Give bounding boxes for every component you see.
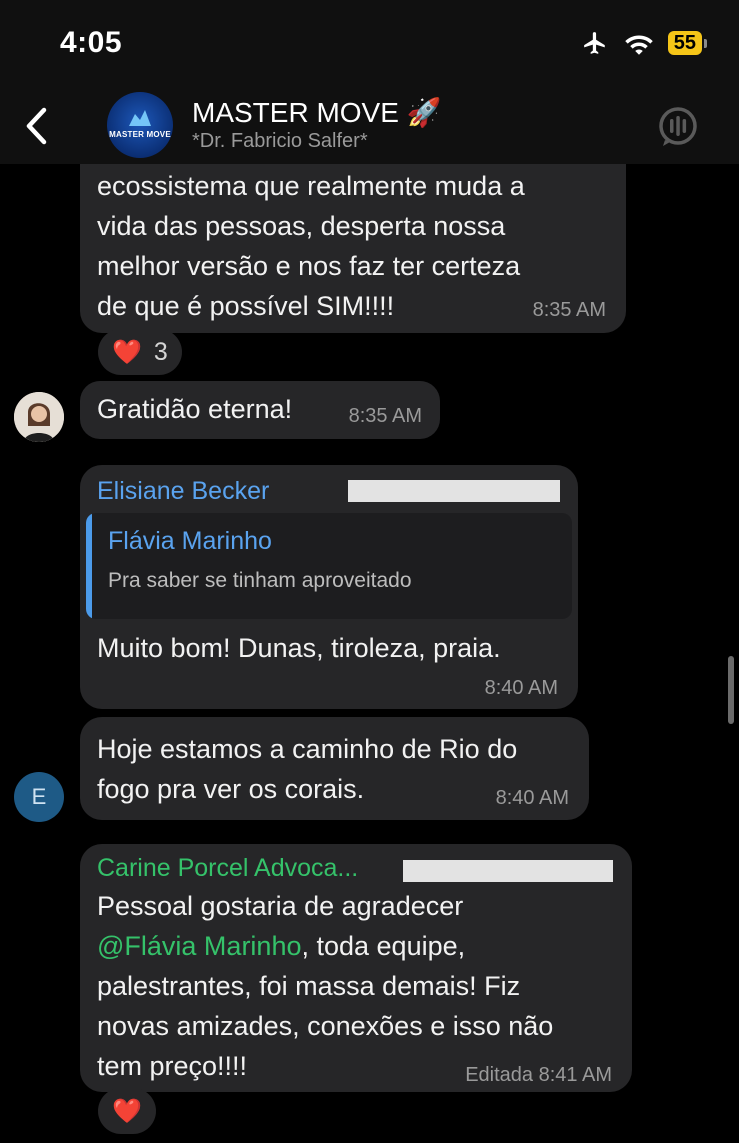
sender-avatar[interactable]: E [14,772,64,822]
group-avatar-text: MASTER MOVE [109,129,171,139]
wifi-icon [625,35,653,55]
reply-accent-bar [86,513,92,619]
message-time-value: 8:41 AM [538,1064,612,1086]
reply-quote[interactable]: Flávia Marinho Pra saber se tinham aprov… [86,513,572,619]
edited-label: Editada [465,1064,534,1086]
chat-header: MASTER MOVE MASTER MOVE 🚀 *Dr. Fabricio … [0,88,739,164]
redacted-block [348,480,560,502]
voice-chat-icon [659,107,697,146]
battery-level: 55 [667,31,702,55]
sender-avatar[interactable] [14,392,64,442]
message-text: Gratidão eterna! [97,394,293,424]
reply-text: Pra saber se tinham aproveitado [108,569,412,592]
status-bar: 4:05 55 [0,0,739,88]
heart-emoji: ❤️ [112,1097,142,1125]
heart-emoji: ❤️ [112,338,142,366]
group-title[interactable]: MASTER MOVE 🚀 [192,96,442,129]
message-time: 8:35 AM [532,299,606,321]
group-subtitle: *Dr. Fabricio Salfer* [192,130,368,152]
message-line: vida das pessoas, desperta nossa [97,211,506,241]
message-time: 8:35 AM [348,405,422,427]
chevron-left-icon [26,107,47,145]
message-line: @Flávia Marinho, toda equipe, [97,926,553,966]
status-icons: 55 [580,30,707,56]
message-line-rest: , toda equipe, [301,931,466,961]
rocket-emoji: 🚀 [406,97,442,128]
group-avatar[interactable]: MASTER MOVE [107,92,173,158]
message-bubble[interactable]: Carine Porcel Advoca... Pessoal gostaria… [80,844,632,1092]
user-photo-icon [14,392,64,442]
message-line: palestrantes, foi massa demais! Fiz [97,971,521,1001]
battery-tip [704,38,707,48]
back-button[interactable] [14,102,58,150]
reply-sender: Flávia Marinho [108,527,272,555]
message-time: Editada 8:41 AM [465,1064,612,1087]
group-title-text: MASTER MOVE [192,97,399,128]
message-bubble[interactable]: Gratidão eterna! 8:35 AM [80,381,440,439]
sender-name: Carine Porcel Advoca... [97,854,359,882]
message-line: ecossistema que realmente muda a [97,171,525,201]
status-time: 4:05 [60,26,123,59]
message-bubble[interactable]: Hoje estamos a caminho de Rio do fogo pr… [80,717,589,820]
message-time: 8:40 AM [495,787,569,809]
battery-indicator: 55 [667,31,707,55]
message-line: Pessoal gostaria de agradecer [97,891,464,921]
reaction-count: 3 [153,337,168,366]
logo-mark-icon [129,109,151,126]
voice-chat-button[interactable] [655,104,701,150]
message-bubble[interactable]: Elisiane Becker Flávia Marinho Pra saber… [80,465,578,709]
message-bubble[interactable]: ecossistema que realmente muda a vida da… [80,164,626,333]
message-time: 8:40 AM [484,677,558,699]
message-line: novas amizades, conexões e isso não [97,1011,554,1041]
mention-link[interactable]: @Flávia Marinho [97,931,301,961]
reaction-heart[interactable]: ❤️ [98,1088,156,1134]
reaction-heart[interactable]: ❤️ 3 [98,329,182,375]
message-line: Hoje estamos a caminho de Rio do [97,734,518,764]
message-line: melhor versão e nos faz ter certeza [97,251,521,281]
message-text: Muito bom! Dunas, tiroleza, praia. [97,633,501,663]
message-line: de que é possível SIM!!!! [97,291,395,321]
redacted-block [403,860,613,882]
chat-area[interactable]: ecossistema que realmente muda a vida da… [0,164,739,1143]
airplane-mode-icon [583,32,605,54]
scrollbar[interactable] [728,656,734,724]
sender-name: Elisiane Becker [97,477,270,505]
message-line: fogo pra ver os corais. [97,774,365,804]
